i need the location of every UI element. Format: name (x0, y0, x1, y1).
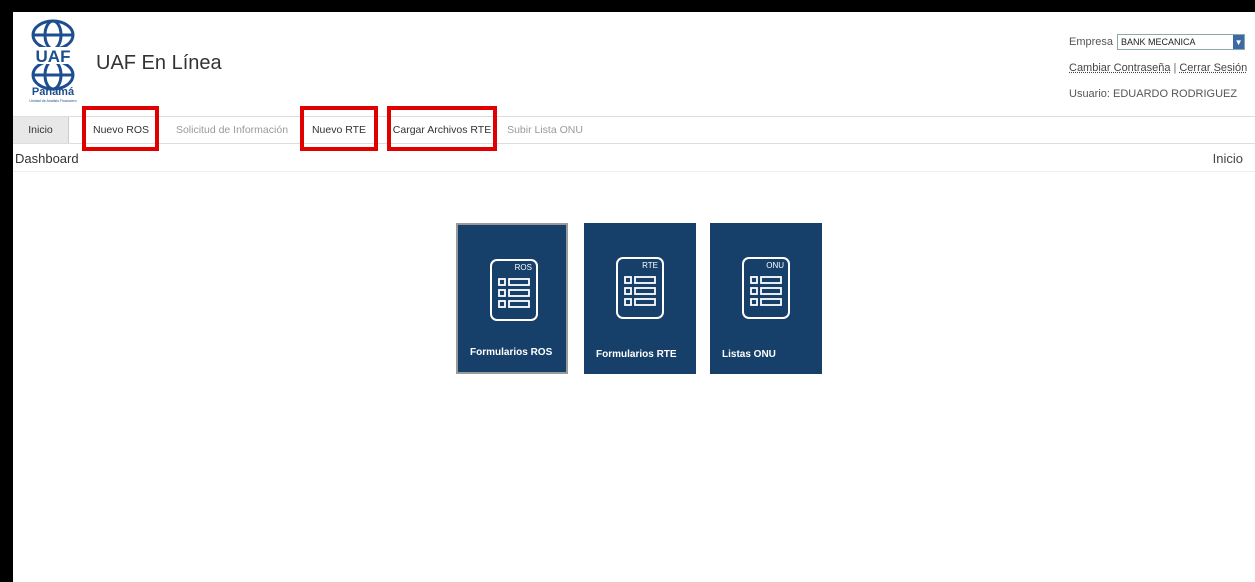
tile-label: Formularios RTE (596, 349, 677, 360)
account-links: Cambiar Contraseña | Cerrar Sesión (1069, 55, 1249, 81)
globe-icon: UAF Panamá Unidad de Análisis Financiero (27, 19, 79, 103)
form-list-icon: ONU (742, 257, 790, 319)
logout-link[interactable]: Cerrar Sesión (1179, 62, 1247, 74)
form-list-icon: RTE (616, 257, 664, 319)
app-title: UAF En Línea (96, 52, 222, 74)
uaf-logo: UAF Panamá Unidad de Análisis Financiero (21, 17, 85, 103)
logo-text: UAF (36, 47, 71, 66)
user-panel: Empresa BANK MECANICA ▼ Cambiar Contrase… (1069, 29, 1249, 107)
form-list-icon: ROS (490, 259, 538, 321)
link-separator: | (1173, 62, 1177, 74)
breadcrumb: Dashboard Inicio (13, 143, 1255, 172)
tile-formularios-ros[interactable]: ROS Formularios ROS (456, 223, 568, 374)
chevron-down-icon[interactable]: ▼ (1233, 35, 1245, 49)
tile-label: Listas ONU (722, 349, 776, 360)
app-window: UAF Panamá Unidad de Análisis Financiero… (13, 12, 1255, 582)
breadcrumb-dashboard[interactable]: Dashboard (15, 151, 79, 166)
tile-listas-onu[interactable]: ONU Listas ONU (710, 223, 822, 374)
change-password-link[interactable]: Cambiar Contraseña (1069, 62, 1171, 74)
main-nav: Inicio Nuevo ROS Solicitud de Informació… (13, 116, 1255, 144)
user-label: Usuario: EDUARDO RODRIGUEZ (1069, 88, 1238, 100)
tab-solicitud-informacion[interactable]: Solicitud de Información (163, 117, 301, 143)
tile-formularios-rte[interactable]: RTE Formularios RTE (584, 223, 696, 374)
tile-code: RTE (642, 261, 658, 270)
tile-code: ONU (766, 261, 784, 270)
company-label: Empresa (1069, 36, 1114, 48)
tab-nuevo-ros[interactable]: Nuevo ROS (85, 117, 157, 143)
tile-label: Formularios ROS (470, 347, 553, 358)
logo-country: Panamá (32, 86, 75, 98)
tab-subir-lista-onu[interactable]: Subir Lista ONU (500, 117, 590, 143)
tile-code: ROS (515, 263, 532, 272)
tab-nuevo-rte[interactable]: Nuevo RTE (304, 117, 374, 143)
logo-subtitle: Unidad de Análisis Financiero (29, 99, 76, 103)
company-select[interactable]: BANK MECANICA ▼ (1117, 34, 1246, 50)
tab-cargar-archivos-rte[interactable]: Cargar Archivos RTE (389, 117, 495, 143)
company-row: Empresa BANK MECANICA ▼ (1069, 29, 1249, 55)
company-select-value: BANK MECANICA (1121, 37, 1196, 47)
breadcrumb-inicio[interactable]: Inicio (1213, 151, 1243, 166)
tab-inicio[interactable]: Inicio (13, 117, 69, 143)
